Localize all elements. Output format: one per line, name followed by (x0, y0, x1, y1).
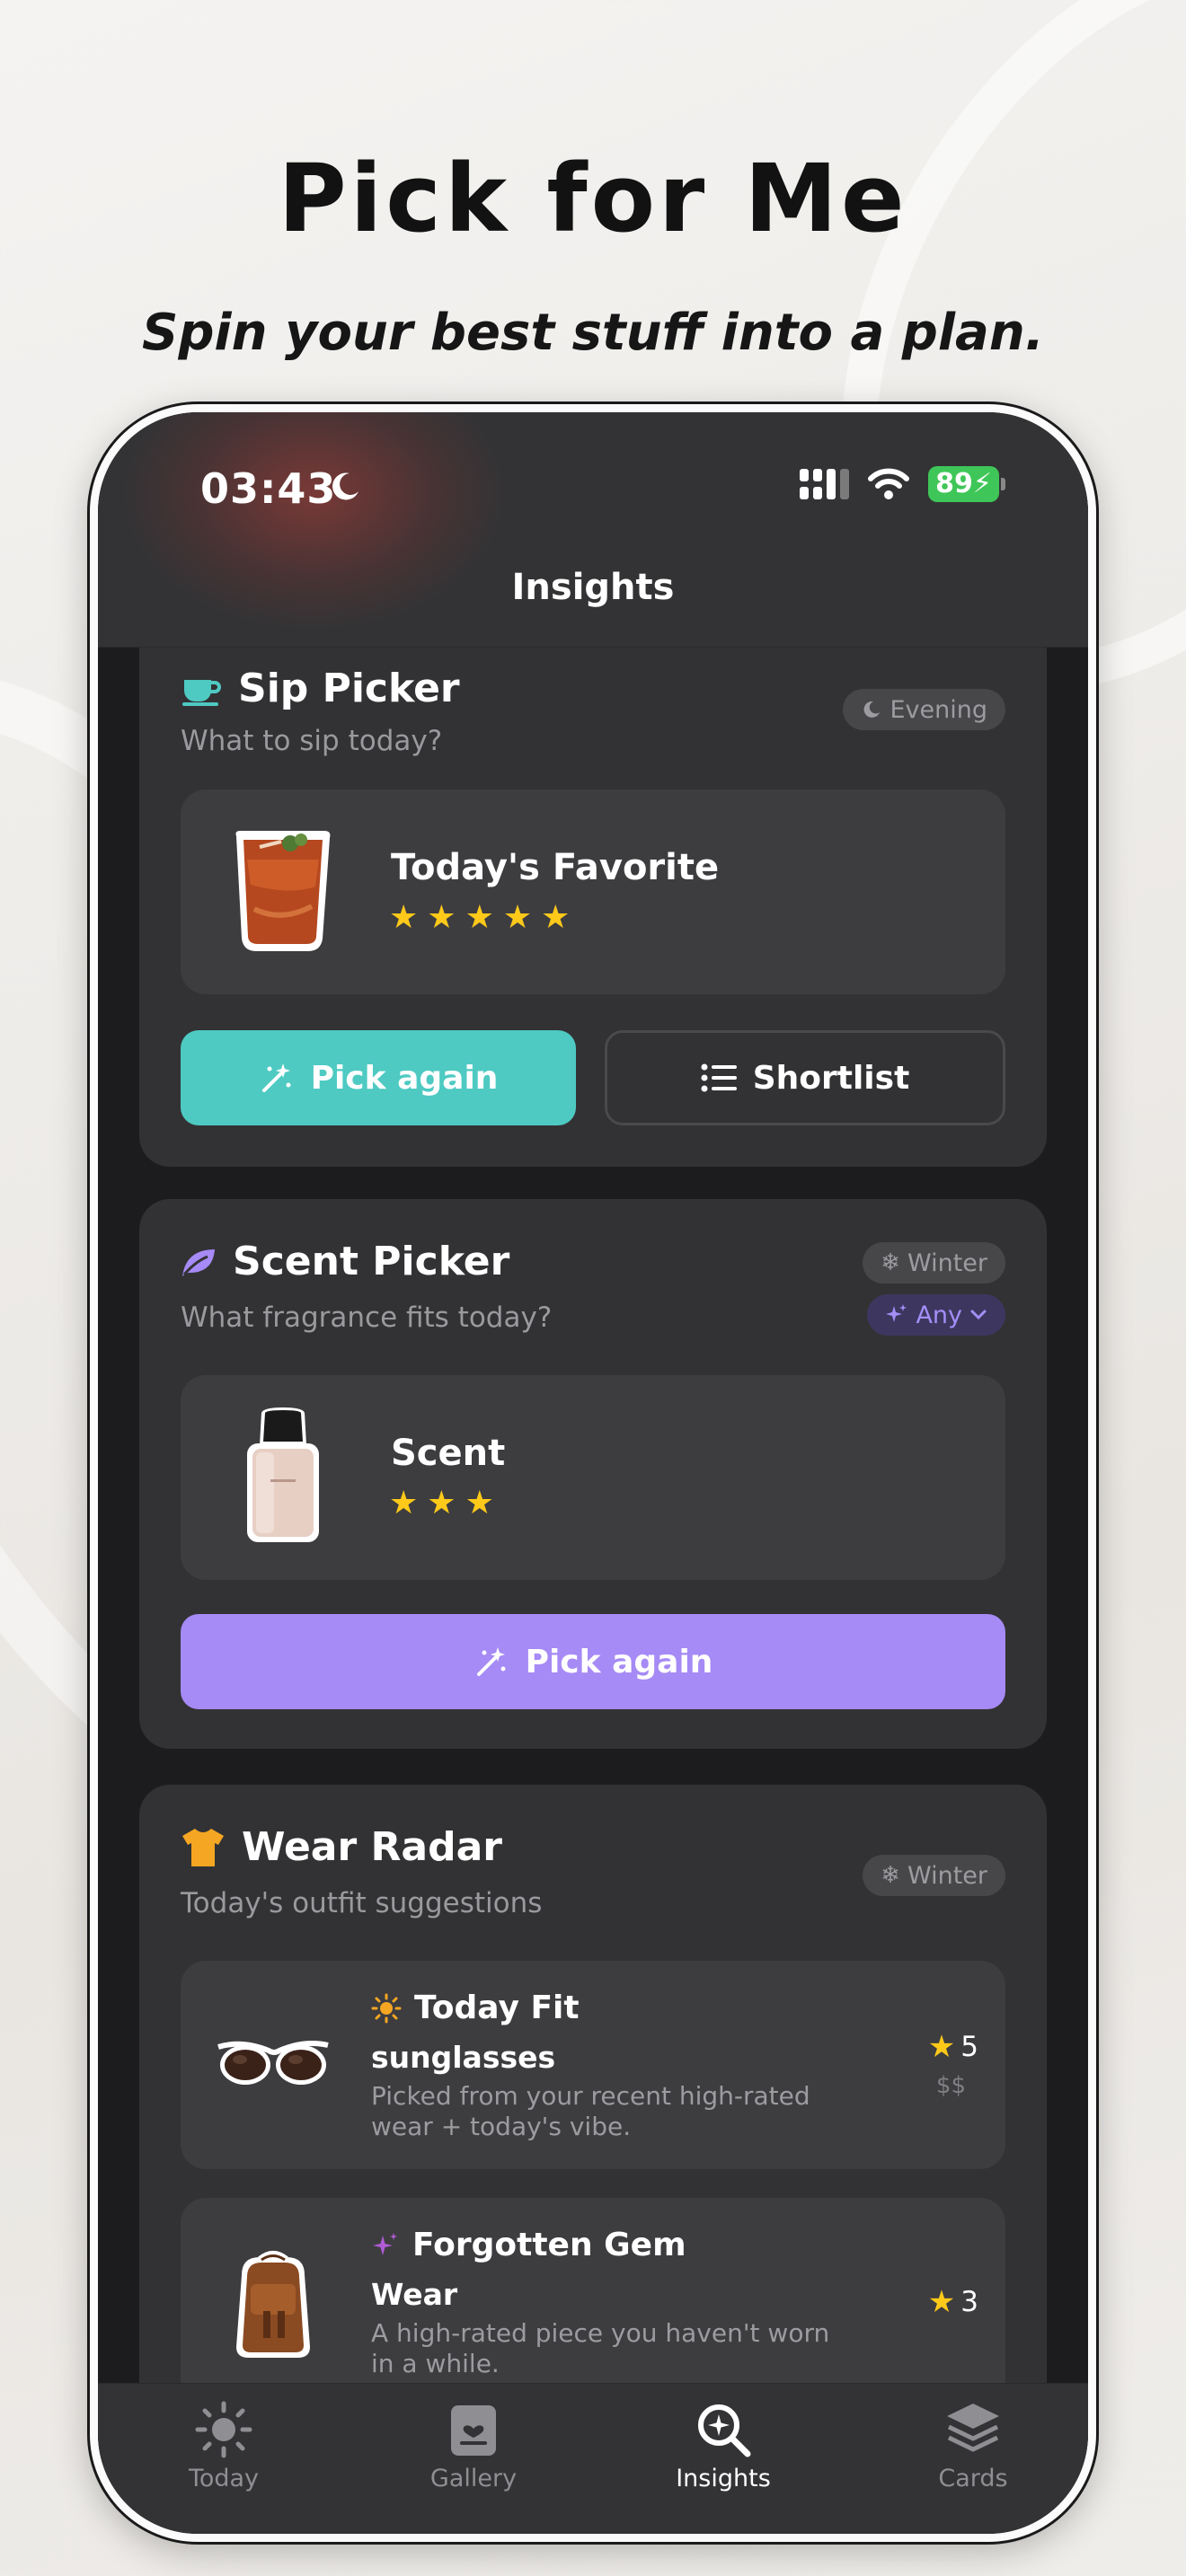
cup-icon (182, 679, 221, 706)
insights-scroll-content[interactable]: Sip Picker What to sip today? Evening To… (98, 648, 1088, 2399)
nav-header: 03:43 89⚡ Insights (98, 412, 1088, 648)
suggestion-reason: A high-rated piece you haven't worn in a… (371, 2318, 830, 2378)
snowflake-icon: ❄ (881, 1249, 900, 1276)
gallery-icon (451, 2405, 496, 2456)
app-screen: 03:43 89⚡ Insights Sip Picker What to si… (98, 412, 1088, 2534)
tab-insights[interactable]: Insights (633, 2400, 813, 2492)
page-title: Insights (511, 567, 675, 608)
scent-pick-result[interactable]: Scent ★ ★ ★ (181, 1375, 1005, 1580)
tshirt-icon (182, 1828, 224, 1866)
wear-radar-title-row: Wear Radar (181, 1824, 502, 1870)
tab-cards[interactable]: Cards (883, 2400, 1063, 2492)
item-price-level: $$ (935, 2072, 966, 2099)
wear-radar-subtitle: Today's outfit suggestions (181, 1887, 543, 1919)
wear-suggestion-row[interactable]: Today Fit sunglasses Picked from your re… (181, 1961, 1005, 2169)
phone-frame: 03:43 89⚡ Insights Sip Picker What to si… (90, 404, 1096, 2542)
status-icons: 89⚡ (800, 466, 1005, 502)
promo-title: Pick for Me (278, 144, 908, 253)
sip-picker-title-row: Sip Picker (181, 666, 460, 711)
item-rating: ★ 5 (927, 2029, 978, 2065)
sparkles-icon (886, 1304, 907, 1322)
cards-stack-icon (947, 2404, 999, 2452)
sip-rating-stars: ★ ★ ★ ★ ★ (389, 899, 571, 936)
scent-filter-dropdown[interactable]: Any (867, 1294, 1005, 1336)
sunglasses-thumbnail (217, 2041, 329, 2085)
time-of-day-badge: Evening (843, 689, 1005, 730)
moon-stars-icon (864, 701, 881, 718)
tab-bar: Today Gallery Insights Cards (98, 2383, 1088, 2534)
tab-gallery[interactable]: Gallery (384, 2400, 563, 2492)
suggested-item-name: sunglasses (371, 2040, 556, 2075)
magic-wand-icon (476, 1647, 506, 1676)
magic-wand-icon (261, 1063, 291, 1092)
sip-picker-title: Sip Picker (238, 666, 460, 711)
sip-picker-subtitle: What to sip today? (181, 725, 443, 757)
shortlist-button[interactable]: Shortlist (605, 1030, 1005, 1125)
suggestion-reason: Picked from your recent high-rated wear … (371, 2081, 810, 2141)
sip-picker-card: Sip Picker What to sip today? Evening To… (139, 648, 1047, 1167)
wifi-icon (868, 468, 910, 499)
scent-picker-title: Scent Picker (233, 1239, 510, 1284)
sparkles-icon (373, 2232, 397, 2255)
today-fit-label: Today Fit (371, 1989, 580, 2026)
season-badge: ❄ Winter (863, 1855, 1005, 1896)
season-badge: ❄ Winter (863, 1242, 1005, 1284)
chevron-down-icon (970, 1310, 987, 1320)
sip-pick-result[interactable]: Today's Favorite ★ ★ ★ ★ ★ (181, 790, 1005, 994)
snowflake-icon: ❄ (881, 1862, 900, 1889)
battery-icon: 89⚡ (928, 466, 1005, 502)
star-icon: ★ (927, 2284, 956, 2320)
drink-thumbnail (235, 831, 331, 951)
scent-picker-subtitle: What fragrance fits today? (181, 1301, 553, 1334)
sun-icon (195, 2401, 252, 2458)
backpack-thumbnail (236, 2251, 310, 2358)
star-icon: ★ (927, 2029, 956, 2065)
perfume-thumbnail (247, 1407, 319, 1542)
wear-radar-card: Wear Radar Today's outfit suggestions ❄ … (139, 1785, 1047, 2399)
scent-rating-stars: ★ ★ ★ (389, 1485, 494, 1522)
scent-picker-card: Scent Picker What fragrance fits today? … (139, 1199, 1047, 1749)
leaf-icon (182, 1248, 215, 1276)
wear-suggestion-row[interactable]: Forgotten Gem Wear A high-rated piece yo… (181, 2198, 1005, 2399)
battery-level: 89 (935, 468, 973, 499)
scent-picker-title-row: Scent Picker (181, 1239, 509, 1284)
list-icon (701, 1063, 737, 1092)
moon-icon (332, 472, 358, 500)
sun-icon (371, 1993, 402, 2023)
status-time: 03:43 (200, 464, 337, 513)
scent-pick-again-button[interactable]: Pick again (181, 1614, 1005, 1709)
sip-item-title: Today's Favorite (391, 847, 720, 888)
item-rating: ★ 3 (927, 2284, 978, 2320)
insights-search-icon (698, 2404, 751, 2457)
scent-item-title: Scent (391, 1433, 506, 1474)
sip-pick-again-button[interactable]: Pick again (181, 1030, 576, 1125)
forgotten-gem-label: Forgotten Gem (371, 2227, 686, 2263)
tab-today[interactable]: Today (134, 2400, 314, 2492)
suggested-item-name: Wear (371, 2277, 458, 2312)
promo-subtitle: Spin your best stuff into a plan. (142, 304, 1044, 362)
signal-icon (800, 469, 850, 499)
wear-radar-title: Wear Radar (242, 1824, 502, 1870)
